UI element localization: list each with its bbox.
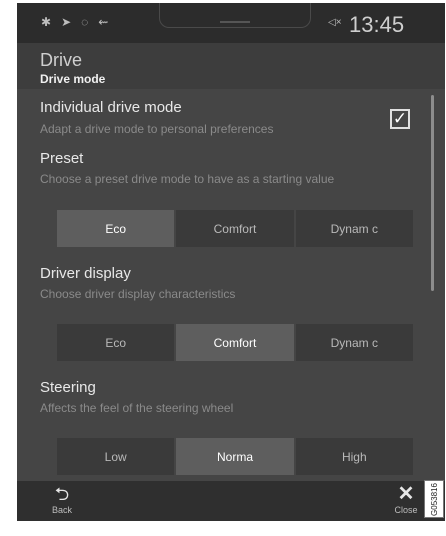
location-icon: ➤ — [61, 15, 72, 29]
status-icons: ✱ ➤ ◌ ⇜ — [41, 15, 108, 29]
steering-option-normal[interactable]: Norma — [176, 438, 294, 475]
back-arrow-icon: ⮌ — [54, 484, 70, 504]
drag-handle-icon[interactable] — [220, 21, 250, 23]
individual-drive-mode-checkbox[interactable]: ✓ — [390, 109, 410, 129]
preset-option-dynamic[interactable]: Dynam c — [295, 210, 413, 247]
steering-description: Affects the feel of the steering wheel — [40, 401, 234, 415]
steering-option-low[interactable]: Low — [57, 438, 175, 475]
steering-title: Steering — [40, 379, 96, 396]
driver-display-option-comfort[interactable]: Comfort — [176, 324, 294, 361]
preset-option-comfort[interactable]: Comfort — [176, 210, 294, 247]
page-subtitle: Drive mode — [40, 72, 106, 86]
driver-display-option-dynamic[interactable]: Dynam c — [295, 324, 413, 361]
steering-segmented-control: Low Norma High — [57, 438, 413, 475]
preset-segmented-control: Eco Comfort Dynam c — [57, 210, 413, 247]
back-label: Back — [51, 505, 72, 515]
wifi-icon: ◌ — [81, 15, 89, 29]
bottom-bar: ⮌ Back ✕ Close — [17, 481, 445, 521]
close-button[interactable]: ✕ Close — [391, 483, 421, 515]
back-button[interactable]: ⮌ Back — [47, 485, 77, 515]
individual-drive-mode-title[interactable]: Individual drive mode — [40, 99, 182, 116]
mute-icon: ◁× — [328, 17, 342, 28]
figure-id-text: G053816 — [429, 482, 439, 516]
close-label: Close — [394, 505, 418, 515]
top-view-handle[interactable] — [159, 3, 311, 28]
page-title: Drive — [40, 50, 83, 70]
figure-id-label: G053816 — [424, 480, 444, 518]
scrollbar[interactable] — [431, 95, 434, 291]
driver-display-segmented-control: Eco Comfort Dynam c — [57, 324, 413, 361]
driver-display-title: Driver display — [40, 265, 131, 282]
preset-title: Preset — [40, 150, 84, 167]
individual-drive-mode-description: Adapt a drive mode to personal preferenc… — [40, 122, 274, 136]
close-icon: ✕ — [397, 483, 415, 505]
bluetooth-icon: ✱ — [41, 15, 52, 29]
checkmark-icon: ✓ — [392, 109, 408, 128]
preset-option-eco[interactable]: Eco — [57, 210, 175, 247]
clock: 13:45 — [349, 12, 405, 37]
driver-display-description: Choose driver display characteristics — [40, 287, 236, 301]
usb-icon: ⇜ — [98, 15, 109, 29]
steering-option-high[interactable]: High — [295, 438, 413, 475]
settings-list — [17, 89, 445, 481]
status-bar: ✱ ➤ ◌ ⇜ ◁× 13:45 — [17, 3, 445, 43]
preset-description: Choose a preset drive mode to have as a … — [40, 172, 335, 186]
driver-display-option-eco[interactable]: Eco — [57, 324, 175, 361]
drive-mode-screen: ✱ ➤ ◌ ⇜ ◁× 13:45 Drive Drive mode Indivi… — [17, 3, 445, 521]
